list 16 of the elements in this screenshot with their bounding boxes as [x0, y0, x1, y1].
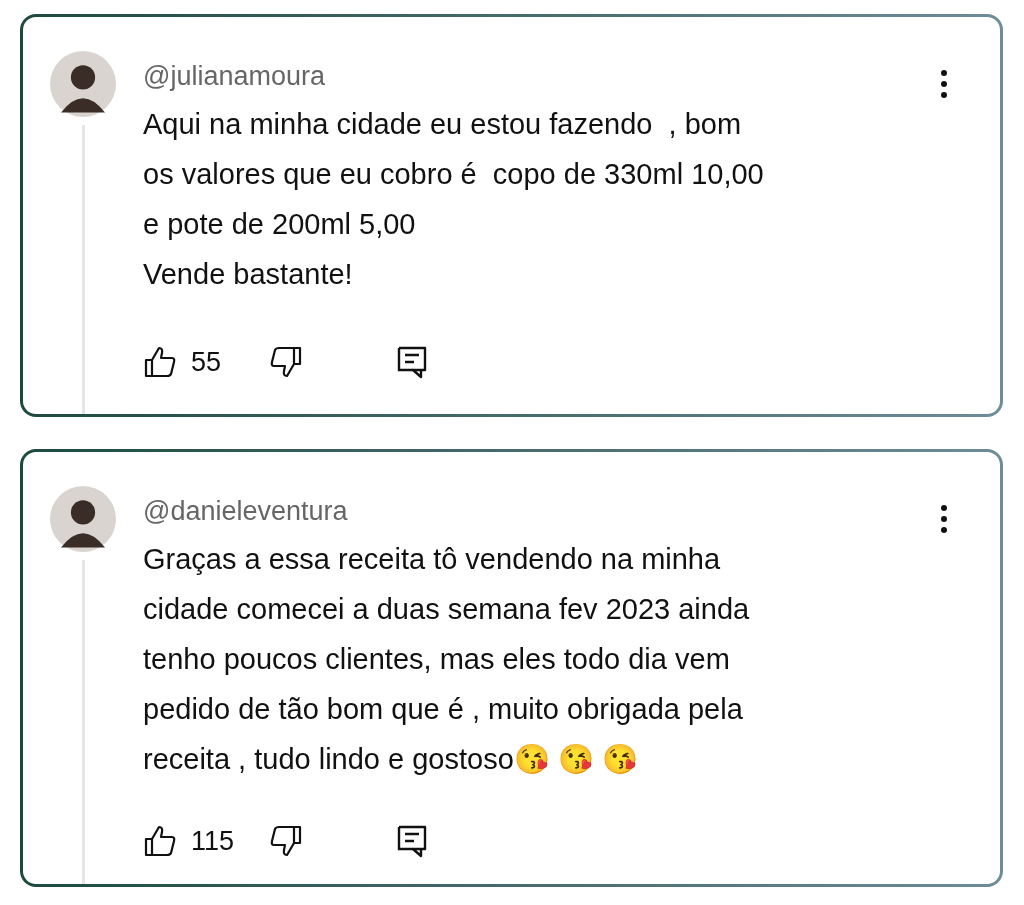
- like-count: 115: [191, 825, 236, 857]
- username[interactable]: @danieleventura: [143, 494, 348, 528]
- username[interactable]: @julianamoura: [143, 59, 325, 93]
- avatar: [50, 51, 116, 117]
- like-count: 55: [191, 346, 223, 378]
- thumbs-up-icon[interactable]: [143, 345, 177, 379]
- reply-icon[interactable]: [395, 824, 429, 858]
- reply-icon[interactable]: [395, 345, 429, 379]
- thumbs-up-icon[interactable]: [143, 824, 177, 858]
- thumbs-down-icon[interactable]: [269, 824, 303, 858]
- comment-text: Aqui na minha cidade eu estou fazendo , bom os valores que eu cobro é copo de 330ml 10,00 e pote de 200ml 5,00 Vende bastante!: [143, 107, 765, 292]
- comment-text: Graças a essa receita tô vendendo na minha cidade comecei a duas semana fev 2023 ainda tenho poucos clientes, mas eles todo dia vem pedido de tão bom que é , muito obrigada pela receita , tudo lindo e gostoso😘 😘 😘: [143, 542, 751, 777]
- more-options-icon[interactable]: [940, 504, 948, 534]
- avatar: [50, 486, 116, 552]
- more-options-icon[interactable]: [940, 69, 948, 99]
- thumbs-down-icon[interactable]: [269, 345, 303, 379]
